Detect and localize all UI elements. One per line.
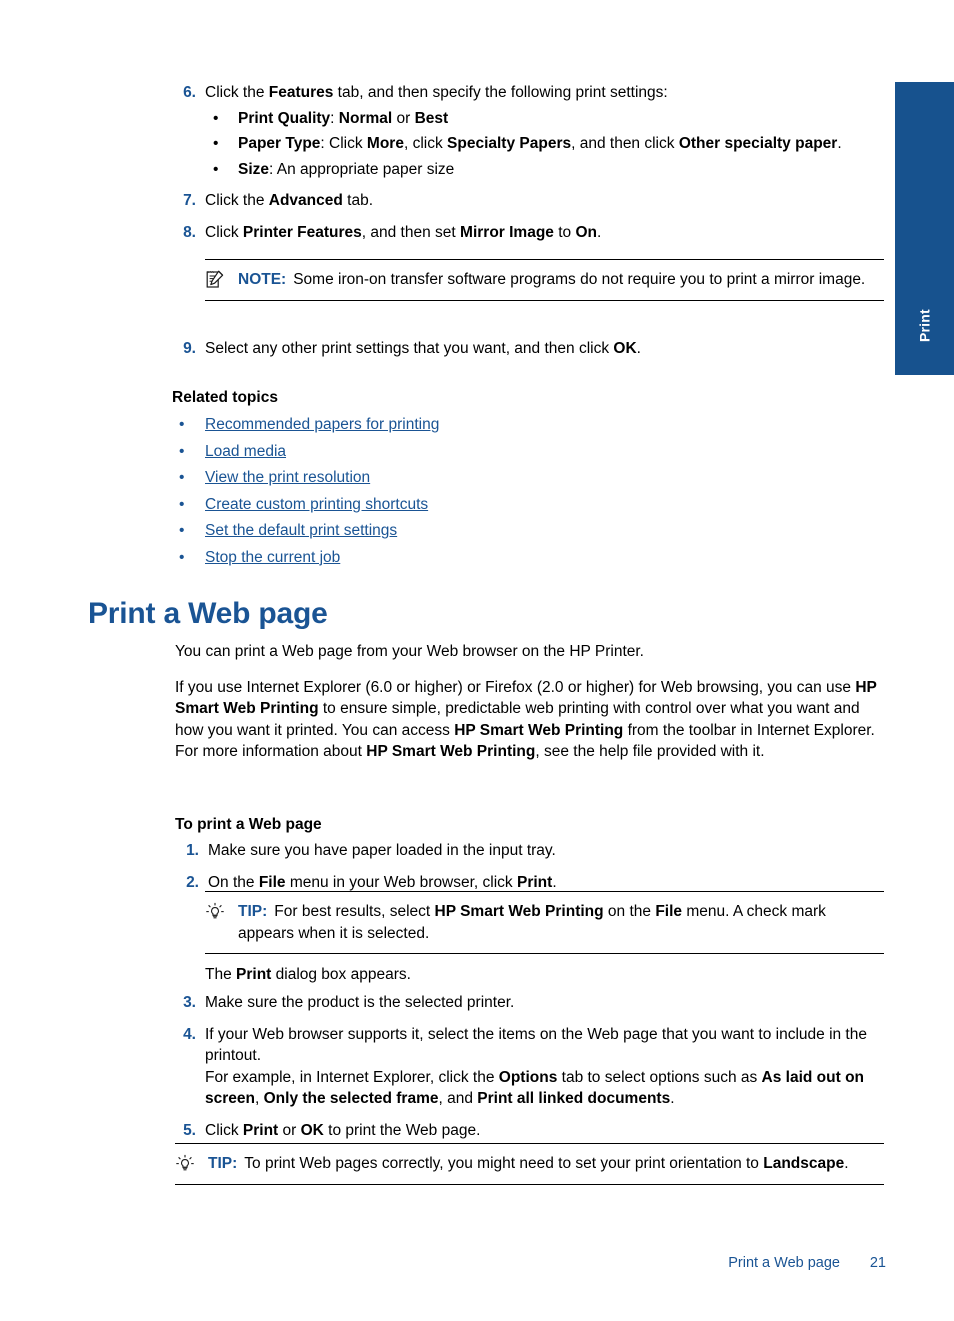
step-number: 4. [183, 1025, 196, 1043]
numbered-step: 7. Click the Advanced tab. [172, 190, 884, 212]
iron-on-steps-block: 6. Click the Features tab, and then speci… [172, 82, 884, 253]
related-topics-heading: Related topics [172, 389, 278, 406]
step-text: On the File menu in your Web browser, cl… [208, 873, 557, 891]
bullet-dot-icon: • [179, 469, 185, 486]
tip-landscape-content: TIP: To print Web pages correctly, you mi… [175, 1153, 884, 1175]
related-topics-block: Related topics • Recommended papers for p… [172, 389, 672, 573]
numbered-step-list-web-b: 3. Make sure the product is the selected … [172, 992, 884, 1141]
tip-icon [175, 1154, 197, 1175]
intro-paragraph-1: You can print a Web page from your Web b… [175, 643, 644, 660]
related-topics-list: • Recommended papers for printing • Load me… [172, 414, 672, 568]
tip-smart-content: TIP: For best results, select HP Smart We… [205, 901, 884, 944]
bullet-dot-icon: • [179, 495, 185, 513]
sub-bullet-list: • Print Quality: Normal or Best • Paper Typ… [205, 108, 884, 181]
numbered-step-list-web-a: 1. Make sure you have paper loaded in the… [175, 840, 884, 893]
tip-landscape-text: To print Web pages correctly, you might … [244, 1155, 849, 1172]
related-topic-link-4[interactable]: Set the default print settings [205, 522, 397, 539]
step-number: 2. [186, 873, 199, 891]
tip-landscape-keyword: TIP: [208, 1155, 238, 1172]
tip-smart-admonition: TIP: For best results, select HP Smart We… [205, 891, 884, 954]
tip-smart-block: TIP: For best results, select HP Smart We… [205, 891, 884, 954]
step-number: 6. [183, 84, 196, 101]
web-steps-b-block: 3. Make sure the product is the selected … [172, 992, 884, 1151]
numbered-step: 2. On the File menu in your Web browser, … [175, 872, 884, 894]
related-topic-link-2[interactable]: View the print resolution [205, 469, 370, 486]
numbered-step: 5. Click Print or OK to print the Web pag… [172, 1120, 884, 1142]
note-text: Some iron-on transfer software programs … [293, 271, 866, 288]
note-admonition: NOTE: Some iron-on transfer software prog… [205, 259, 884, 301]
related-topic-link-3[interactable]: Create custom printing shortcuts [205, 496, 428, 513]
step-text: Make sure the product is the selected pr… [205, 994, 515, 1011]
footer-title: Print a Web page [728, 1255, 840, 1271]
related-topic-item[interactable]: • Recommended papers for printing [172, 414, 672, 435]
bullet-dot-icon: • [179, 442, 185, 460]
numbered-step: 8. Click Printer Features, and then set M… [172, 222, 884, 244]
step-text: Click the Features tab, and then specify… [205, 84, 668, 101]
step-number: 8. [183, 223, 196, 241]
tip-landscape-admonition: TIP: To print Web pages correctly, you mi… [175, 1143, 884, 1185]
procedure-heading: To print a Web page [175, 816, 322, 833]
page-title: Print a Web page [88, 597, 328, 630]
related-topic-item[interactable]: • Stop the current job [172, 547, 672, 568]
step-text: Click Print or OK to print the Web page. [205, 1121, 481, 1139]
step-text: Click Printer Features, and then set Mir… [205, 223, 602, 241]
step-number: 7. [183, 192, 196, 209]
related-topic-item[interactable]: • Set the default print settings [172, 520, 672, 541]
step-number: 3. [183, 994, 196, 1011]
bullet-dot-icon: • [213, 109, 219, 127]
step-9-block: 9. Select any other print settings that y… [172, 338, 884, 370]
numbered-step: 3. Make sure the product is the selected … [172, 992, 884, 1014]
step-number: 9. [183, 340, 196, 357]
procedure-block: To print a Web page 1. Make sure you have… [175, 816, 884, 903]
numbered-step: 6. Click the Features tab, and then speci… [172, 82, 884, 180]
numbered-step: 1. Make sure you have paper loaded in the… [175, 840, 884, 862]
intro-paragraphs: You can print a Web page from your Web b… [175, 641, 884, 777]
step-text: Select any other print settings that you… [205, 340, 641, 357]
chapter-tab-label: Print [916, 309, 933, 343]
related-topic-link-0[interactable]: Recommended papers for printing [205, 416, 439, 433]
sub-bullet-text: Size: An appropriate paper size [238, 160, 455, 178]
bullet-dot-icon: • [179, 522, 185, 539]
page-footer: Print a Web page 21 [0, 1255, 886, 1271]
numbered-step-list-9: 9. Select any other print settings that y… [172, 338, 884, 360]
related-topic-item[interactable]: • Create custom printing shortcuts [172, 494, 672, 515]
numbered-step-list: 6. Click the Features tab, and then speci… [172, 82, 884, 243]
related-topic-item[interactable]: • Load media [172, 441, 672, 462]
bullet-dot-icon: • [179, 548, 185, 566]
document-page: Print 6. Click the Features tab, and then… [0, 0, 954, 1321]
footer-page-number: 21 [869, 1255, 886, 1271]
tip-landscape-block: TIP: To print Web pages correctly, you mi… [175, 1143, 884, 1185]
note-icon [205, 270, 227, 291]
intro-paragraph-2: If you use Internet Explorer (6.0 or hig… [175, 678, 877, 761]
note-content: NOTE: Some iron-on transfer software prog… [205, 269, 884, 291]
related-topic-link-5[interactable]: Stop the current job [205, 549, 340, 566]
sub-bullet-item: • Paper Type: Click More, click Specialty… [205, 133, 884, 155]
related-topic-item[interactable]: • View the print resolution [172, 467, 672, 488]
step-text: If your Web browser supports it, select … [205, 1025, 867, 1108]
sub-bullet-item: • Print Quality: Normal or Best [205, 108, 884, 130]
note-keyword: NOTE: [238, 271, 287, 288]
related-topic-link-1[interactable]: Load media [205, 443, 286, 460]
chapter-tab-print: Print [895, 82, 954, 375]
sub-bullet-item: • Size: An appropriate paper size [205, 159, 884, 181]
sub-bullet-text: Paper Type: Click More, click Specialty … [238, 135, 842, 152]
tip-smart-keyword: TIP: [238, 903, 268, 920]
tip-smart-text: For best results, select HP Smart Web Pr… [238, 903, 826, 942]
step-text: Make sure you have paper loaded in the i… [208, 842, 556, 859]
numbered-step: 9. Select any other print settings that y… [172, 338, 884, 360]
sub-bullet-text: Print Quality: Normal or Best [238, 109, 449, 127]
step-number: 5. [183, 1121, 196, 1139]
numbered-step: 4. If your Web browser supports it, selec… [172, 1024, 884, 1110]
print-dialog-line: The Print dialog box appears. [205, 966, 411, 983]
bullet-dot-icon: • [213, 160, 219, 178]
step-text: Click the Advanced tab. [205, 192, 374, 209]
note-block: NOTE: Some iron-on transfer software prog… [205, 259, 884, 301]
bullet-dot-icon: • [179, 416, 185, 433]
bullet-dot-icon: • [213, 135, 219, 152]
tip-icon [205, 902, 227, 923]
step-number: 1. [186, 842, 199, 859]
